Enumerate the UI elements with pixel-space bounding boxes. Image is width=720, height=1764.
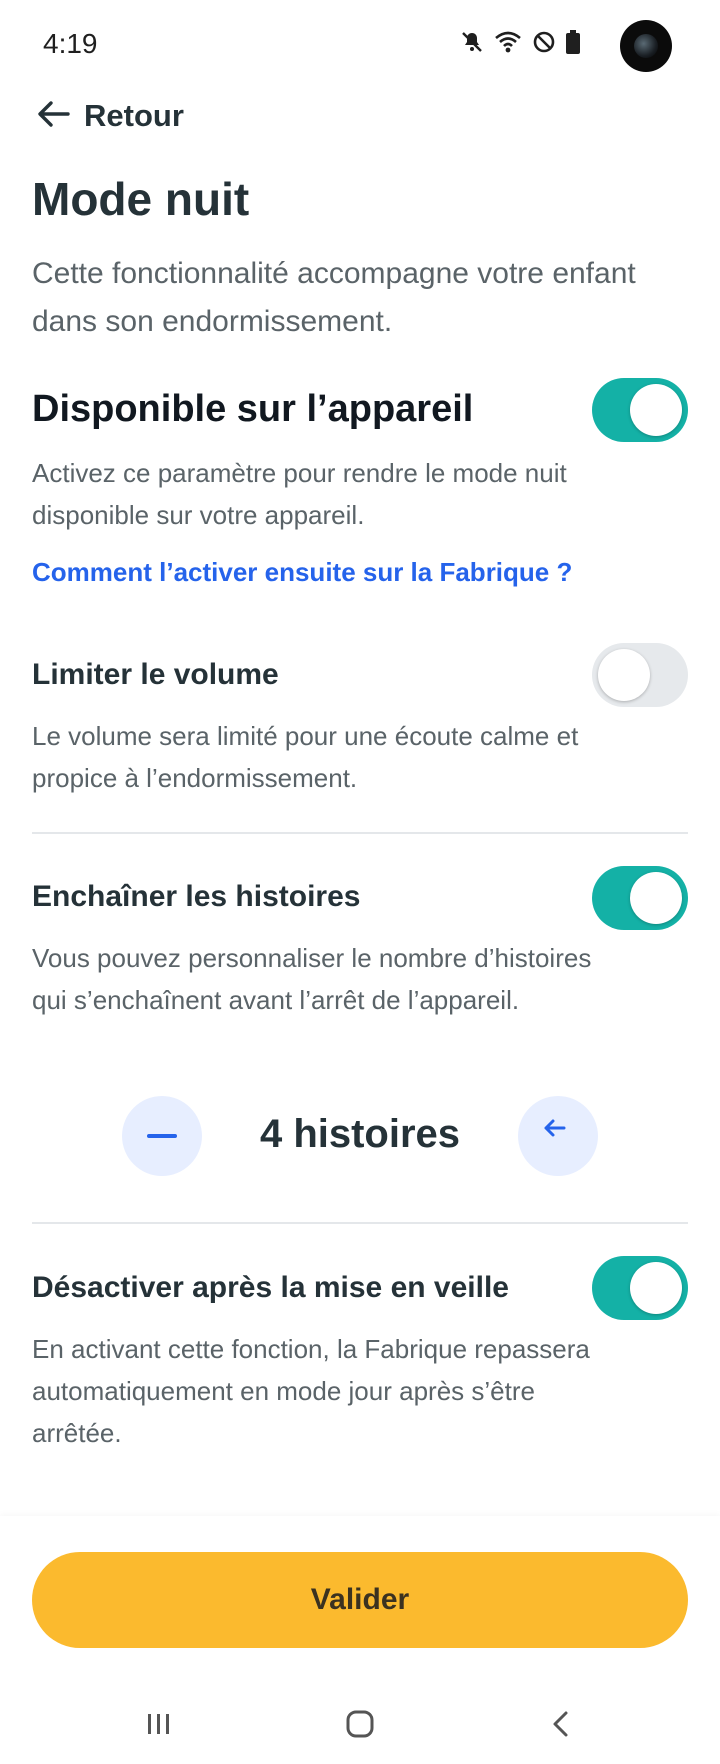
limit-volume-title: Limiter le volume — [32, 658, 279, 691]
available-description: Activez ce paramètre pour rendre le mode… — [32, 458, 567, 530]
stories-count: 4 histoires — [259, 1112, 461, 1156]
mute-icon — [460, 30, 484, 54]
status-time: 4:19 — [43, 28, 98, 59]
divider — [32, 832, 688, 834]
chain-stories-description: Vous pouvez personnaliser le nombre d’hi… — [32, 943, 592, 1015]
camera-cutout — [620, 20, 672, 72]
arrow-left-icon — [36, 99, 70, 134]
chain-stories-title: Enchaîner les histoires — [32, 880, 361, 913]
arrow-left-icon — [542, 1118, 566, 1143]
page-intro: Cette fonctionnalité accompagne votre en… — [32, 257, 636, 338]
limit-volume-description: Le volume sera limité pour une écoute ca… — [32, 721, 579, 793]
system-nav-bar — [0, 1688, 720, 1764]
limit-volume-toggle[interactable] — [592, 643, 688, 707]
decrement-button[interactable] — [122, 1096, 202, 1176]
battery-icon — [566, 30, 580, 54]
disable-after-sleep-title: Désactiver après la mise en veille — [32, 1271, 509, 1304]
page-title: Mode nuit — [32, 173, 250, 225]
available-toggle[interactable] — [592, 378, 688, 442]
disable-after-sleep-description: En activant cette fonction, la Fabrique … — [32, 1334, 590, 1448]
validate-button[interactable]: Valider — [32, 1552, 688, 1648]
chevron-left-icon — [550, 1710, 570, 1743]
back-button[interactable]: Retour — [36, 94, 184, 138]
disable-after-sleep-toggle[interactable] — [592, 1256, 688, 1320]
help-link-fabrique[interactable]: Comment l’activer ensuite sur la Fabriqu… — [32, 557, 572, 588]
toggle-knob — [598, 649, 650, 701]
available-title: Disponible sur l’appareil — [32, 388, 474, 430]
recent-apps-button[interactable] — [135, 1702, 183, 1750]
recent-apps-icon — [146, 1712, 172, 1741]
divider — [32, 1222, 688, 1224]
back-nav-button[interactable] — [536, 1702, 584, 1750]
do-not-disturb-icon — [532, 30, 556, 54]
status-bar: 4:19 — [0, 0, 720, 92]
back-label: Retour — [84, 98, 184, 133]
minus-icon — [147, 1127, 177, 1145]
wifi-icon — [494, 30, 522, 54]
chain-stories-toggle[interactable] — [592, 866, 688, 930]
home-button[interactable] — [336, 1702, 384, 1750]
increment-button[interactable] — [518, 1096, 598, 1176]
status-icons — [460, 30, 580, 54]
toggle-knob — [630, 872, 682, 924]
toggle-knob — [630, 1262, 682, 1314]
home-icon — [345, 1710, 375, 1743]
toggle-knob — [630, 384, 682, 436]
